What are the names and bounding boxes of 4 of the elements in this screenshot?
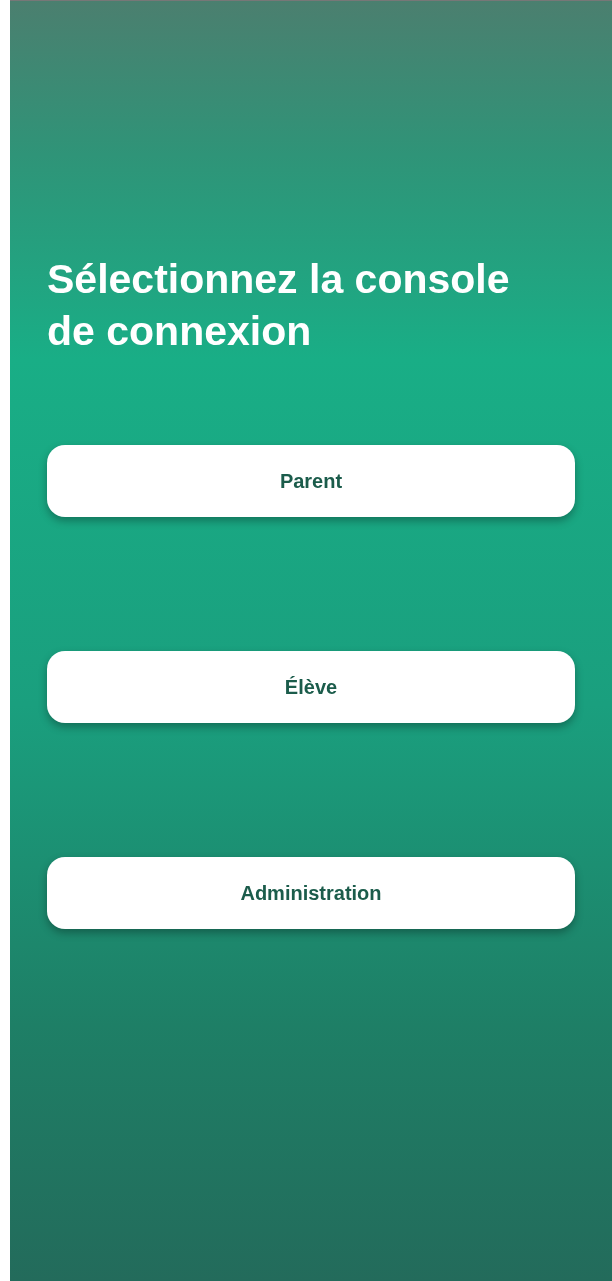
option-button[interactable]: Parent xyxy=(47,445,575,517)
option-button[interactable]: Élève xyxy=(47,651,575,723)
page-title: Sélectionnez la console de connexion xyxy=(47,255,511,356)
option-button[interactable]: Administration xyxy=(47,857,575,929)
